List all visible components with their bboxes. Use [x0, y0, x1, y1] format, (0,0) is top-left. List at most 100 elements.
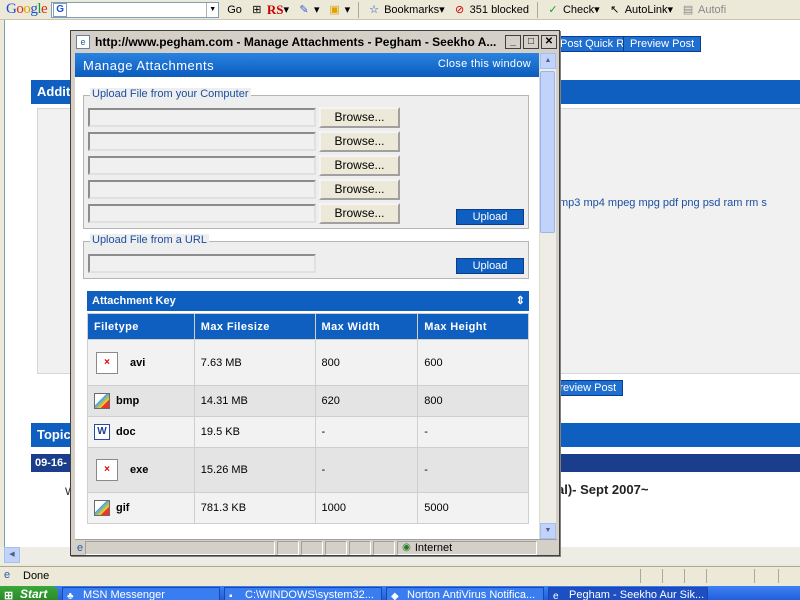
upload-url-fieldset: Upload File from a URL Upload: [83, 234, 529, 279]
browse-button-3[interactable]: Browse...: [319, 155, 400, 176]
ie-page-icon: e: [76, 34, 90, 49]
ie-icon: e: [553, 591, 559, 600]
topic-title: al)- Sept 2007~: [557, 482, 649, 497]
task-label: MSN Messenger: [83, 589, 165, 600]
file-input-5[interactable]: [88, 204, 316, 223]
filetype-label: gif: [116, 501, 130, 514]
popup-vertical-scrollbar[interactable]: ▲ ▼: [539, 53, 556, 539]
file-input-1[interactable]: [88, 108, 316, 127]
width-cell: 800: [314, 339, 419, 386]
manage-attachments-title: Manage Attachments: [83, 58, 215, 73]
browse-label: Browse...: [334, 110, 385, 124]
popup-titlebar[interactable]: e http://www.pegham.com - Manage Attachm…: [72, 32, 558, 51]
status-segment: [684, 569, 685, 583]
pagerank-icon: ⊞: [252, 3, 262, 16]
google-logo[interactable]: Google: [6, 1, 48, 18]
scroll-down-icon[interactable]: ▼: [540, 523, 556, 539]
attachment-key-table: Filetype Max Filesize Max Width Max Heig…: [87, 313, 529, 524]
filetype-cell: × exe: [87, 447, 195, 493]
autofill-icon: ▤: [682, 3, 694, 16]
zone-label: Internet: [414, 541, 453, 554]
browse-label: Browse...: [334, 158, 385, 172]
check-icon: ✓: [548, 3, 558, 16]
collapse-icon[interactable]: ⇕: [516, 291, 525, 311]
width-cell: -: [314, 447, 419, 493]
filetype-cell: × avi: [87, 339, 195, 386]
paint-icon: [94, 500, 110, 516]
height-cell: -: [417, 416, 529, 448]
filetype-label: doc: [116, 425, 136, 438]
upload-url-legend: Upload File from a URL: [90, 234, 209, 246]
taskbar-item-msn[interactable]: ♣ MSN Messenger: [62, 587, 220, 600]
height-cell: -: [417, 447, 529, 493]
table-row: × avi 7.63 MB 800 600: [87, 339, 529, 386]
google-toolbar: Google G ▼ Go ⊞ RS ▾ ✎ ▾ ▣ ▾ ☆ Bookmarks ▾ ⊘ 35…: [0, 0, 800, 20]
popup-content: Manage Attachments Close this window Upl…: [75, 53, 539, 539]
star-icon: ☆: [369, 3, 380, 16]
close-button[interactable]: ✕: [541, 34, 557, 49]
upload-computer-legend: Upload File from your Computer: [90, 88, 251, 100]
google-search-input[interactable]: G ▼: [51, 1, 220, 18]
status-segment: [640, 569, 641, 583]
taskbar-item-norton[interactable]: ◆ Norton AntiVirus Notifica...: [386, 587, 544, 600]
filesize-cell: 19.5 KB: [193, 416, 316, 448]
google-g-icon: G: [53, 2, 68, 17]
news-button[interactable]: ▣ ▾: [328, 3, 350, 17]
attachment-key: Attachment Key ⇕ Filetype Max Filesize M…: [87, 291, 529, 539]
upload-url-button[interactable]: Upload: [456, 258, 524, 274]
browse-button-1[interactable]: Browse...: [319, 107, 400, 128]
start-button[interactable]: ⊞ Start: [0, 586, 58, 600]
upload-computer-button[interactable]: Upload: [456, 209, 524, 225]
file-input-4[interactable]: [88, 180, 316, 199]
go-label: Go: [227, 3, 242, 16]
filesize-cell: 15.26 MB: [193, 447, 316, 493]
status-segment: [277, 540, 300, 555]
bookmarks-button[interactable]: ☆ Bookmarks ▾: [367, 3, 445, 17]
width-cell: 1000: [314, 492, 419, 524]
col-filetype: Filetype: [87, 313, 195, 340]
taskbar-item-cmd[interactable]: ▪ C:\WINDOWS\system32...: [224, 587, 382, 600]
cmd-icon: ▪: [229, 591, 233, 600]
minimize-button[interactable]: _: [505, 34, 521, 49]
broken-image-icon: ×: [96, 459, 118, 481]
maximize-button[interactable]: □: [523, 34, 539, 49]
autolink-button[interactable]: ↖ AutoLink ▾: [608, 3, 673, 17]
preview-post-label-2: Preview Post: [552, 382, 617, 394]
chevron-down-icon[interactable]: ▼: [206, 2, 218, 17]
browse-button-5[interactable]: Browse...: [319, 203, 400, 224]
url-input[interactable]: [88, 254, 316, 273]
popup-blocker-button[interactable]: ⊘ 351 blocked: [453, 3, 529, 17]
filetype-label: exe: [130, 463, 149, 476]
preview-post-button[interactable]: Preview Post: [623, 36, 702, 52]
highlight-button[interactable]: ✎ ▾: [297, 3, 319, 17]
task-label: Norton AntiVirus Notifica...: [407, 589, 536, 600]
go-button[interactable]: Go: [227, 4, 242, 16]
browse-button-4[interactable]: Browse...: [319, 179, 400, 200]
msn-icon: ♣: [67, 591, 74, 600]
pagerank-button[interactable]: ⊞ RS ▾: [250, 2, 289, 18]
scroll-thumb[interactable]: [540, 71, 555, 233]
file-input-2[interactable]: [88, 132, 316, 151]
upload-computer-fieldset: Upload File from your Computer Browse...…: [83, 88, 529, 229]
check-label: Check: [562, 3, 595, 16]
spellcheck-button[interactable]: ✓ Check ▾: [546, 3, 599, 17]
close-window-link[interactable]: Close this window: [438, 58, 531, 70]
windows-flag-icon: ⊞: [4, 590, 14, 600]
rs-label: RS: [266, 1, 284, 17]
status-segment: [85, 540, 276, 555]
bookmarks-label: Bookmarks: [384, 3, 440, 16]
autofill-button[interactable]: ▤ Autofi: [681, 3, 726, 17]
table-row: × exe 15.26 MB - -: [87, 447, 529, 493]
browser-statusbar: e Done: [0, 566, 800, 584]
status-segment: [349, 540, 372, 555]
browse-button-2[interactable]: Browse...: [319, 131, 400, 152]
scroll-up-icon[interactable]: ▲: [540, 53, 556, 69]
status-segment: [754, 569, 755, 583]
file-input-3[interactable]: [88, 156, 316, 175]
upload-label: Upload: [472, 211, 508, 223]
col-max-filesize: Max Filesize: [193, 313, 316, 340]
taskbar-item-pegham[interactable]: e Pegham - Seekho Aur Sik...: [548, 587, 708, 600]
scroll-left-icon[interactable]: ◀: [4, 547, 20, 563]
post-date: 09-16-: [35, 457, 67, 469]
filesize-cell: 781.3 KB: [193, 492, 316, 524]
